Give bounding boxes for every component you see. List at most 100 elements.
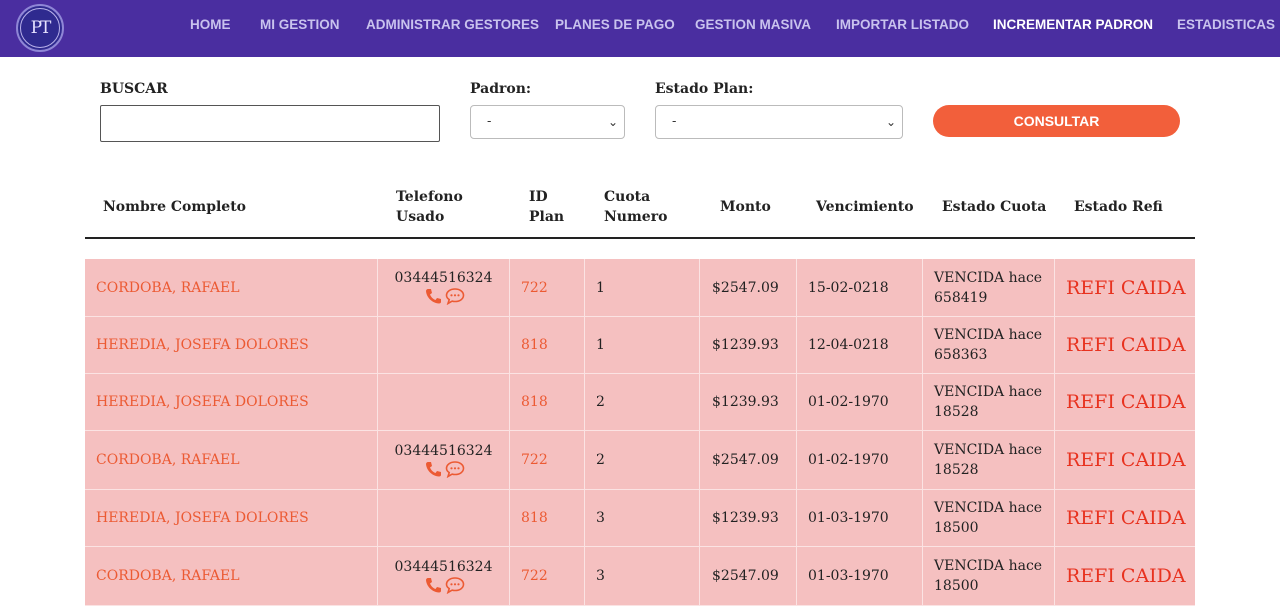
cell-estado-refi: REFI CAIDA: [1055, 374, 1195, 430]
cell-nombre[interactable]: CORDOBA, RAFAEL: [85, 431, 378, 489]
nombre-text[interactable]: HEREDIA, JOSEFA DOLORES: [96, 394, 309, 410]
id-plan-text[interactable]: 722: [521, 280, 548, 296]
cell-id-plan[interactable]: 818: [510, 374, 585, 430]
cell-monto: $1239.93: [700, 490, 797, 546]
nav-gestion-masiva[interactable]: GESTION MASIVA: [695, 17, 811, 35]
logo[interactable]: PT: [16, 4, 64, 52]
cell-id-plan[interactable]: 818: [510, 490, 585, 546]
cell-estado-refi: REFI CAIDA: [1055, 490, 1195, 546]
cell-nombre[interactable]: CORDOBA, RAFAEL: [85, 259, 378, 316]
cell-estado-refi: REFI CAIDA: [1055, 431, 1195, 489]
cell-telefono: 03444516324: [378, 259, 510, 316]
nombre-text[interactable]: HEREDIA, JOSEFA DOLORES: [96, 510, 309, 526]
cuota-text: 1: [596, 279, 605, 296]
estado-cuota-line2: 18500: [934, 578, 979, 594]
table-row[interactable]: HEREDIA, JOSEFA DOLORES 818 2 $1239.93 0…: [85, 374, 1195, 431]
cell-estado-cuota: VENCIDA hace 658363: [923, 317, 1055, 373]
phone-icon[interactable]: [423, 576, 443, 594]
cell-cuota: 3: [585, 547, 700, 605]
table-row[interactable]: HEREDIA, JOSEFA DOLORES 818 1 $1239.93 1…: [85, 317, 1195, 374]
cell-estado-refi: REFI CAIDA: [1055, 259, 1195, 316]
id-plan-text[interactable]: 722: [521, 452, 548, 468]
nombre-text[interactable]: HEREDIA, JOSEFA DOLORES: [96, 337, 309, 353]
estado-cuota-line1: VENCIDA hace: [934, 442, 1043, 458]
cell-estado-cuota: VENCIDA hace 18528: [923, 374, 1055, 430]
cell-telefono: [378, 490, 510, 546]
phone-icon[interactable]: [423, 460, 443, 478]
estado-cuota-line1: VENCIDA hace: [934, 384, 1043, 400]
cell-id-plan[interactable]: 818: [510, 317, 585, 373]
estado-refi-text: REFI CAIDA: [1066, 449, 1186, 471]
header-estado-cuota: Estado Cuota: [942, 199, 1047, 215]
nombre-text[interactable]: CORDOBA, RAFAEL: [96, 568, 240, 584]
padron-select-value: -: [487, 114, 492, 129]
id-plan-text[interactable]: 722: [521, 568, 548, 584]
estado-refi-text: REFI CAIDA: [1066, 507, 1186, 529]
nav-mi-gestion[interactable]: MI GESTION: [260, 17, 340, 35]
id-plan-text[interactable]: 818: [521, 337, 548, 353]
telefono-text: 03444516324: [394, 270, 493, 286]
table-body: CORDOBA, RAFAEL 03444516324 722 1 $2547.…: [85, 259, 1195, 606]
vencimiento-text: 01-02-1970: [808, 394, 889, 410]
nav-incrementar-padron[interactable]: INCREMENTAR PADRON: [993, 17, 1153, 35]
estado-cuota-line1: VENCIDA hace: [934, 500, 1043, 516]
search-label: BUSCAR: [100, 81, 168, 97]
chat-icon[interactable]: [445, 460, 465, 478]
header-divider: [85, 237, 1195, 239]
cell-nombre[interactable]: HEREDIA, JOSEFA DOLORES: [85, 490, 378, 546]
header-estado-refi: Estado Refi: [1074, 199, 1163, 215]
estado-plan-select[interactable]: - ⌄: [655, 105, 903, 139]
cell-nombre[interactable]: HEREDIA, JOSEFA DOLORES: [85, 374, 378, 430]
cell-cuota: 3: [585, 490, 700, 546]
nav-estadisticas[interactable]: ESTADISTICAS: [1177, 17, 1275, 35]
cell-vencimiento: 12-04-0218: [797, 317, 923, 373]
cell-id-plan[interactable]: 722: [510, 259, 585, 316]
cell-id-plan[interactable]: 722: [510, 547, 585, 605]
cell-vencimiento: 01-02-1970: [797, 431, 923, 489]
cell-monto: $1239.93: [700, 317, 797, 373]
monto-text: $2547.09: [712, 452, 779, 468]
vencimiento-text: 01-03-1970: [808, 568, 889, 584]
cuota-text: 2: [596, 452, 605, 468]
cell-id-plan[interactable]: 722: [510, 431, 585, 489]
vencimiento-text: 12-04-0218: [808, 337, 889, 353]
cell-cuota: 2: [585, 374, 700, 430]
nombre-text[interactable]: CORDOBA, RAFAEL: [96, 452, 240, 468]
search-input[interactable]: [100, 105, 440, 142]
cell-vencimiento: 01-03-1970: [797, 490, 923, 546]
cell-telefono: 03444516324: [378, 547, 510, 605]
consultar-button[interactable]: CONSULTAR: [933, 105, 1180, 137]
table-row[interactable]: CORDOBA, RAFAEL 03444516324 722 3 $2547.…: [85, 547, 1195, 606]
nav-importar-listado[interactable]: IMPORTAR LISTADO: [836, 17, 969, 35]
table-row[interactable]: CORDOBA, RAFAEL 03444516324 722 1 $2547.…: [85, 259, 1195, 317]
cell-nombre[interactable]: HEREDIA, JOSEFA DOLORES: [85, 317, 378, 373]
contact-icons: [423, 460, 465, 478]
cell-telefono: [378, 374, 510, 430]
header-cuota: Cuota Numero: [604, 187, 667, 227]
id-plan-text[interactable]: 818: [521, 394, 548, 410]
chat-icon[interactable]: [445, 287, 465, 305]
padron-select[interactable]: - ⌄: [470, 105, 625, 139]
table-row[interactable]: HEREDIA, JOSEFA DOLORES 818 3 $1239.93 0…: [85, 490, 1195, 547]
nombre-text[interactable]: CORDOBA, RAFAEL: [96, 280, 240, 296]
header-nombre: Nombre Completo: [103, 199, 247, 215]
header-telefono: Telefono Usado: [396, 187, 463, 227]
id-plan-text[interactable]: 818: [521, 510, 548, 526]
nav-planes-de-pago[interactable]: PLANES DE PAGO: [555, 17, 675, 35]
nav-home[interactable]: HOME: [190, 17, 231, 35]
cell-cuota: 1: [585, 259, 700, 316]
nav-administrar-gestores[interactable]: ADMINISTRAR GESTORES: [366, 17, 539, 35]
cell-nombre[interactable]: CORDOBA, RAFAEL: [85, 547, 378, 605]
estado-refi-text: REFI CAIDA: [1066, 391, 1186, 413]
header-id-line2: Plan: [529, 209, 565, 225]
header-cuota-line1: Cuota: [604, 189, 651, 205]
chat-icon[interactable]: [445, 576, 465, 594]
header-telefono-line1: Telefono: [396, 189, 463, 205]
cell-monto: $2547.09: [700, 259, 797, 316]
cell-vencimiento: 15-02-0218: [797, 259, 923, 316]
phone-icon[interactable]: [423, 287, 443, 305]
padron-label: Padron:: [470, 81, 532, 97]
chevron-down-icon: ⌄: [885, 115, 896, 129]
cuota-text: 2: [596, 394, 605, 410]
table-row[interactable]: CORDOBA, RAFAEL 03444516324 722 2 $2547.…: [85, 431, 1195, 490]
